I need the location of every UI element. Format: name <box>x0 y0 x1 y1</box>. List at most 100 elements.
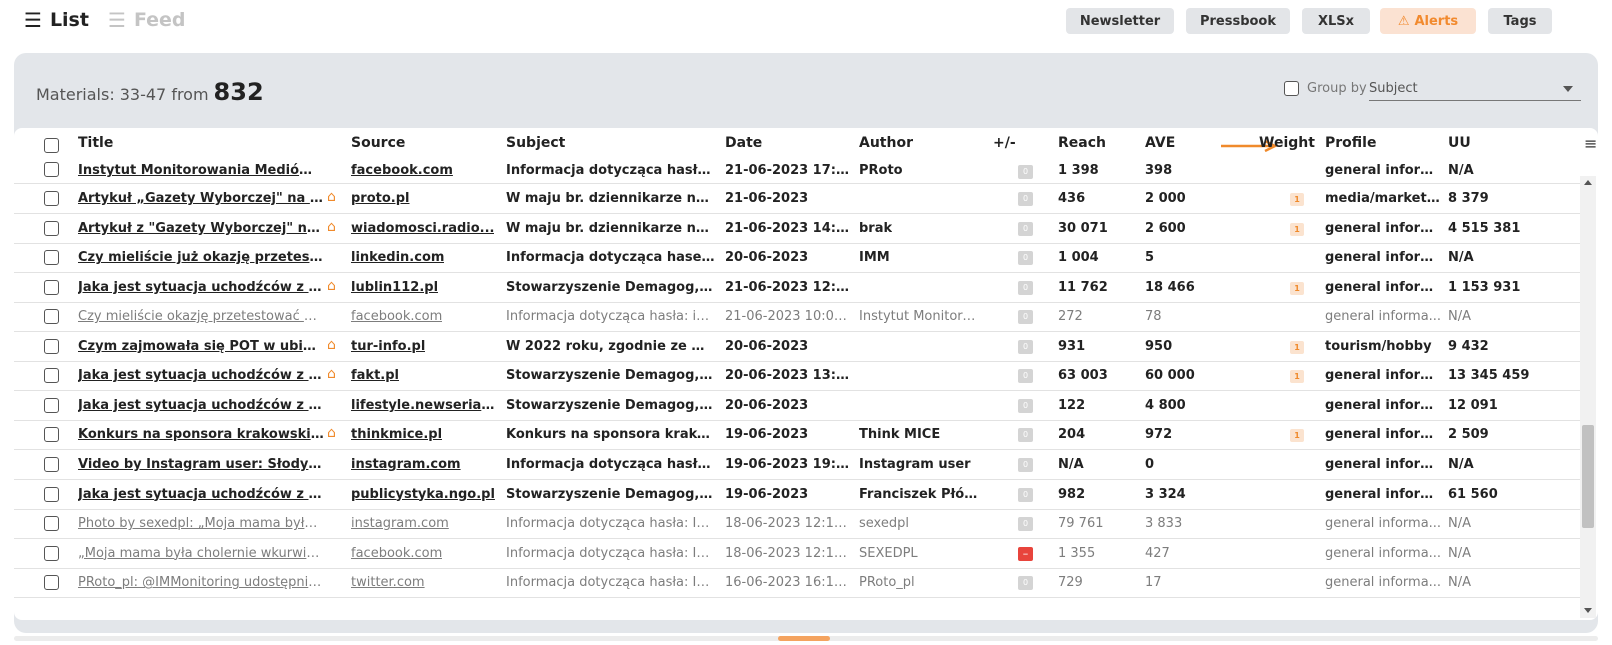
row-checkbox[interactable] <box>44 279 59 295</box>
cell-source[interactable]: facebook.com <box>351 309 442 324</box>
sentiment-badge[interactable]: 0 <box>1018 576 1033 591</box>
cell-source[interactable]: lublin112.pl <box>351 280 438 295</box>
row-checkbox[interactable] <box>44 338 59 354</box>
cell-source[interactable]: facebook.com <box>351 163 453 178</box>
cell-title[interactable]: Czy mieliście już okazję przetestow... <box>78 250 324 265</box>
tags-button[interactable]: Tags <box>1488 8 1552 34</box>
row-checkbox[interactable] <box>44 575 59 591</box>
table-row[interactable]: Jaka jest sytuacja uchodźców z Uk... publ… <box>14 480 1580 510</box>
cell-source[interactable]: tur-info.pl <box>351 339 425 354</box>
row-checkbox[interactable] <box>44 545 59 561</box>
table-row[interactable]: PRoto_pl: @IMMonitoring udostępnił... twi… <box>14 568 1580 599</box>
cell-title[interactable]: Video by Instagram user: Słodycze ... <box>78 457 324 472</box>
table-row[interactable]: Konkurs na sponsora krakowskiej T... thin… <box>14 420 1580 451</box>
col-uu[interactable]: UU <box>1448 135 1471 151</box>
sentiment-badge[interactable]: 0 <box>1018 487 1033 502</box>
alerts-button[interactable]: ⚠ Alerts <box>1380 8 1476 34</box>
cell-title[interactable]: Instytut Monitorowania Mediów op... <box>78 163 324 178</box>
cell-title[interactable]: Czym zajmowała się POT w ubiegły... <box>78 339 324 354</box>
col-subject[interactable]: Subject <box>506 135 565 151</box>
cell-source[interactable]: linkedin.com <box>351 250 444 265</box>
scroll-down-icon[interactable] <box>1584 608 1592 613</box>
sentiment-badge[interactable]: 0 <box>1018 221 1033 236</box>
cell-title[interactable]: Konkurs na sponsora krakowskiej T... <box>78 427 324 442</box>
cell-title[interactable]: Jaka jest sytuacja uchodźców z Uk... <box>78 368 324 383</box>
row-checkbox[interactable] <box>44 516 59 532</box>
col-profile[interactable]: Profile <box>1325 135 1376 151</box>
sentiment-badge[interactable]: 0 <box>1018 339 1033 354</box>
table-row[interactable]: Photo by sexedpl: „Moja mama była c... in… <box>14 509 1580 540</box>
cell-source[interactable]: proto.pl <box>351 191 410 206</box>
row-checkbox[interactable] <box>44 309 59 325</box>
table-row[interactable]: Video by Instagram user: Słodycze ... ins… <box>14 450 1580 480</box>
row-checkbox[interactable] <box>44 162 59 177</box>
cell-source[interactable]: facebook.com <box>351 546 442 561</box>
column-menu-icon[interactable]: ≡ <box>1584 134 1597 153</box>
cell-source[interactable]: publicystyka.ngo.pl <box>351 487 495 502</box>
col-weight[interactable]: Weight <box>1259 135 1315 151</box>
cell-title[interactable]: Jaka jest sytuacja uchodźców z Uk... <box>78 398 324 413</box>
group-by-select[interactable]: Subject <box>1369 79 1581 101</box>
newsletter-button[interactable]: Newsletter <box>1066 8 1174 34</box>
cell-source[interactable]: fakt.pl <box>351 368 399 383</box>
table-row[interactable]: Czym zajmowała się POT w ubiegły... tur-i… <box>14 332 1580 362</box>
sentiment-badge[interactable]: 0 <box>1018 517 1033 532</box>
xlsx-button[interactable]: XLSx <box>1302 8 1370 34</box>
scroll-up-icon[interactable] <box>1584 180 1592 185</box>
select-all-checkbox[interactable] <box>44 138 59 153</box>
tab-list[interactable]: ☰ List <box>24 8 89 32</box>
cell-title[interactable]: Czy mieliście okazję przetestować no... <box>78 309 324 324</box>
sentiment-badge[interactable]: 0 <box>1018 310 1033 325</box>
table-row[interactable]: Artykuł „Gazety Wyborczej" na czel... pro… <box>14 184 1580 214</box>
table-row[interactable]: Jaka jest sytuacja uchodźców z Uk... lubl… <box>14 273 1580 303</box>
table-row[interactable]: Jaka jest sytuacja uchodźców z Uk... life… <box>14 391 1580 421</box>
sentiment-badge[interactable]: – <box>1018 546 1033 561</box>
cell-title[interactable]: PRoto_pl: @IMMonitoring udostępnił... <box>78 575 324 590</box>
col-author[interactable]: Author <box>859 135 913 151</box>
cell-source[interactable]: wiadomosci.radio... <box>351 221 494 236</box>
sentiment-badge[interactable]: 0 <box>1018 428 1033 443</box>
col-plusminus[interactable]: +/- <box>993 135 1016 151</box>
row-checkbox[interactable] <box>44 427 59 443</box>
row-checkbox[interactable] <box>44 250 59 266</box>
cell-source[interactable]: instagram.com <box>351 457 461 472</box>
table-row[interactable]: Instytut Monitorowania Mediów op... faceb… <box>14 162 1580 184</box>
row-checkbox[interactable] <box>44 220 59 236</box>
row-checkbox[interactable] <box>44 456 59 472</box>
cell-title[interactable]: Jaka jest sytuacja uchodźców z Uk... <box>78 487 324 502</box>
vertical-scrollbar[interactable] <box>1580 176 1596 618</box>
col-reach[interactable]: Reach <box>1058 135 1106 151</box>
sentiment-badge[interactable]: 0 <box>1018 165 1033 179</box>
sentiment-badge[interactable]: 0 <box>1018 251 1033 266</box>
row-checkbox[interactable] <box>44 397 59 413</box>
table-row[interactable]: Czy mieliście już okazję przetestow... li… <box>14 243 1580 274</box>
scrollbar-thumb[interactable] <box>1582 425 1594 528</box>
row-checkbox[interactable] <box>44 191 59 206</box>
col-source[interactable]: Source <box>351 135 405 151</box>
row-checkbox[interactable] <box>44 368 59 384</box>
sentiment-badge[interactable]: 0 <box>1018 280 1033 295</box>
cell-title[interactable]: Photo by sexedpl: „Moja mama była c... <box>78 516 324 531</box>
horizontal-scrollbar-thumb[interactable] <box>778 636 830 641</box>
sentiment-badge[interactable]: 0 <box>1018 369 1033 384</box>
sentiment-badge[interactable]: 0 <box>1018 457 1033 472</box>
table-row[interactable]: „Moja mama była cholernie wkurwio... face… <box>14 539 1580 569</box>
cell-title[interactable]: Jaka jest sytuacja uchodźców z Uk... <box>78 280 324 295</box>
cell-title[interactable]: Artykuł z "Gazety Wyborczej" na cz... <box>78 221 324 236</box>
table-row[interactable]: Czy mieliście okazję przetestować no... f… <box>14 302 1580 333</box>
cell-title[interactable]: „Moja mama była cholernie wkurwio... <box>78 546 324 561</box>
tab-feed[interactable]: ☰ Feed <box>108 8 186 32</box>
cell-source[interactable]: lifestyle.newseria.pl <box>351 398 496 413</box>
table-row[interactable]: Jaka jest sytuacja uchodźców z Uk... fakt… <box>14 361 1580 392</box>
sentiment-badge[interactable]: 0 <box>1018 398 1033 413</box>
col-ave[interactable]: AVE <box>1145 135 1175 151</box>
cell-title[interactable]: Artykuł „Gazety Wyborczej" na czel... <box>78 191 324 206</box>
col-date[interactable]: Date <box>725 135 762 151</box>
pressbook-button[interactable]: Pressbook <box>1186 8 1290 34</box>
group-by-control[interactable]: Group by <box>1284 81 1367 96</box>
cell-source[interactable]: thinkmice.pl <box>351 427 442 442</box>
cell-source[interactable]: instagram.com <box>351 516 449 531</box>
group-by-checkbox[interactable] <box>1284 81 1299 96</box>
table-row[interactable]: Artykuł z "Gazety Wyborczej" na cz... wia… <box>14 214 1580 244</box>
sentiment-badge[interactable]: 0 <box>1018 192 1033 206</box>
